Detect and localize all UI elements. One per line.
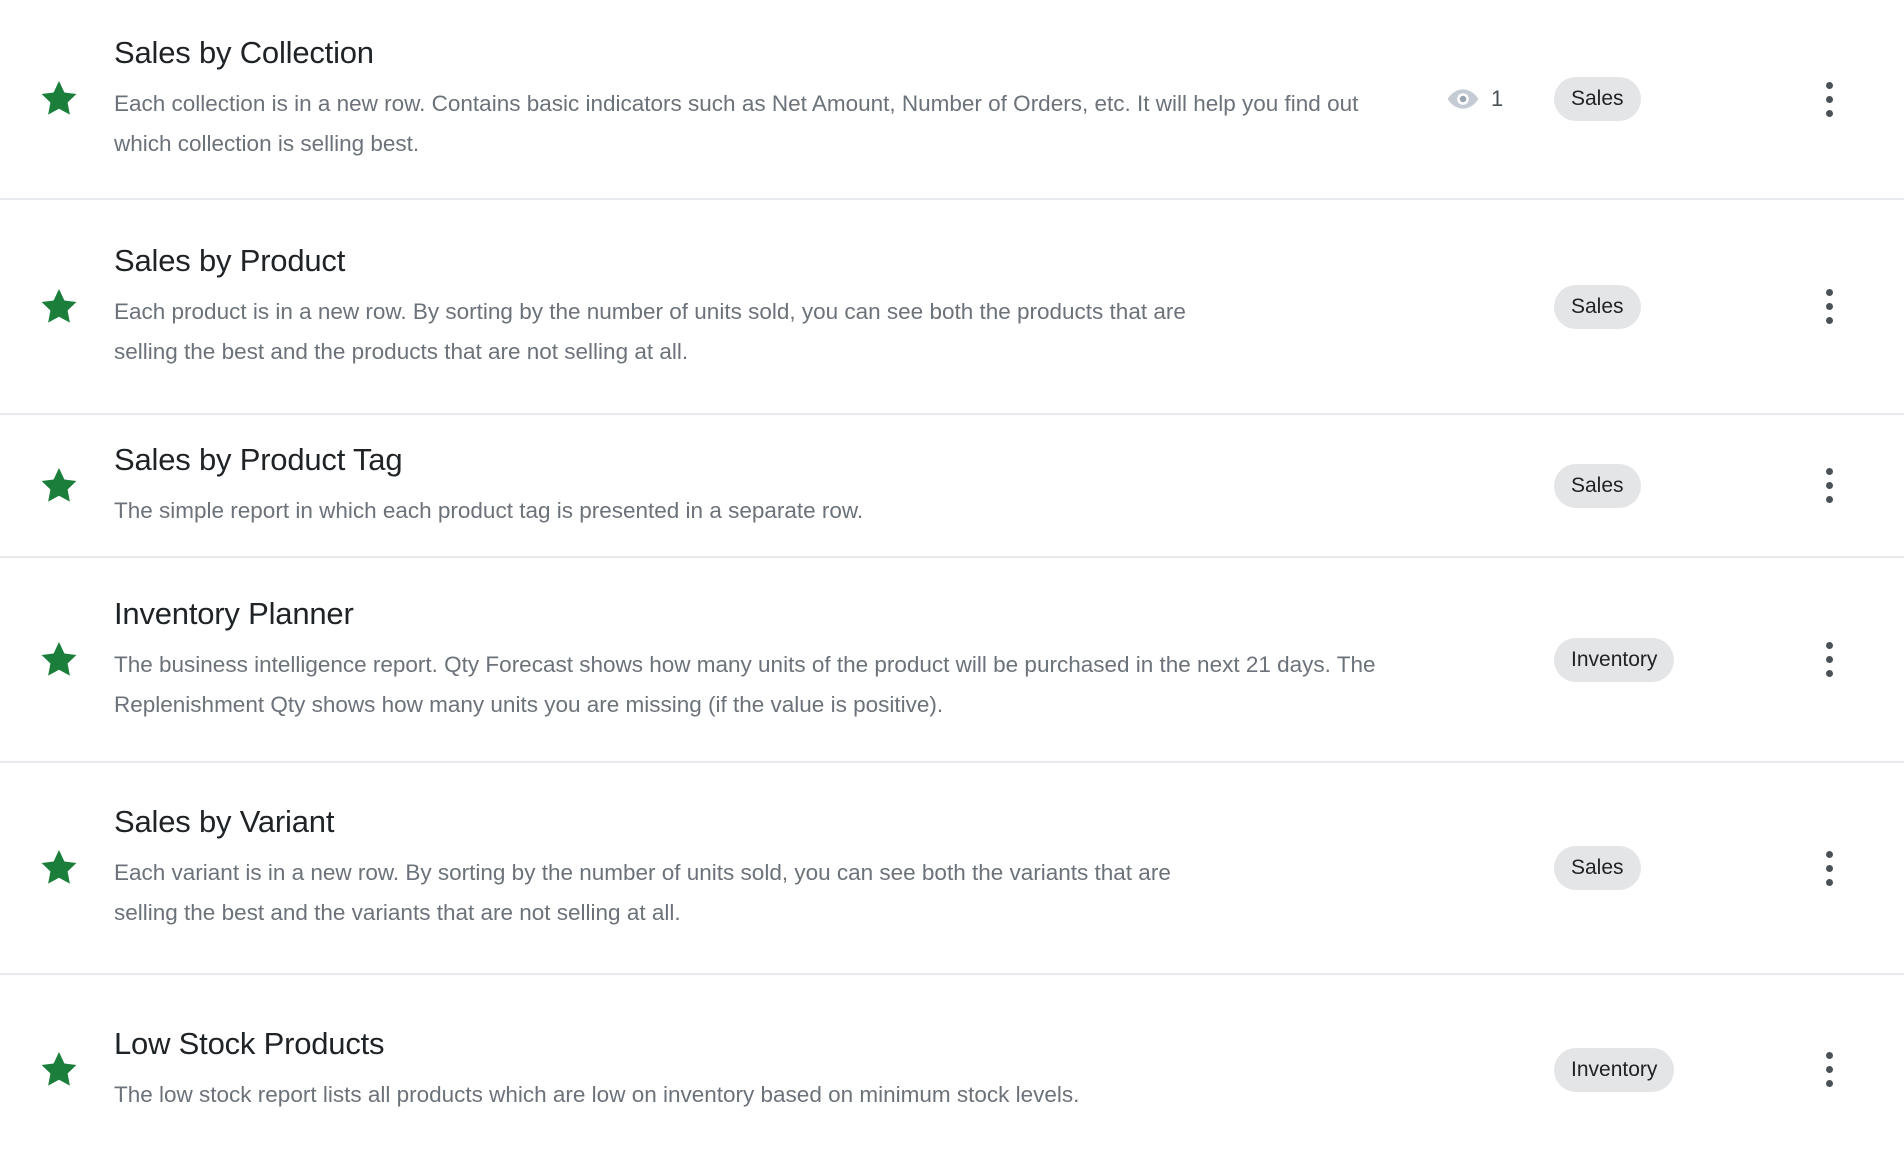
kebab-dot bbox=[1825, 1066, 1833, 1073]
star-icon[interactable] bbox=[36, 638, 82, 682]
status-badge: Sales bbox=[1554, 463, 1641, 508]
kebab-dot bbox=[1825, 1052, 1833, 1059]
kebab-dot bbox=[1825, 496, 1833, 503]
report-row[interactable]: Low Stock Products The low stock report … bbox=[0, 975, 1904, 1164]
report-templates-list: Sales by Collection Each collection is i… bbox=[0, 0, 1904, 1164]
views-count-label: 1 bbox=[1491, 86, 1504, 111]
favorite-star-button[interactable] bbox=[0, 1048, 114, 1092]
report-row[interactable]: Sales by Collection Each collection is i… bbox=[0, 0, 1904, 200]
status-badge: Inventory bbox=[1554, 1047, 1675, 1092]
favorite-star-button[interactable] bbox=[0, 846, 114, 890]
star-icon[interactable] bbox=[36, 464, 82, 508]
eye-icon bbox=[1447, 89, 1479, 109]
report-row[interactable]: Sales by Product Each product is in a ne… bbox=[0, 200, 1904, 415]
kebab-menu-icon[interactable] bbox=[1811, 76, 1847, 122]
kebab-dot bbox=[1825, 482, 1833, 489]
kebab-menu-icon[interactable] bbox=[1811, 463, 1847, 509]
report-description: Each collection is in a new row. Contain… bbox=[114, 91, 1359, 156]
report-row[interactable]: Sales by Product Tag The simple report i… bbox=[0, 415, 1904, 558]
report-description: The simple report in which each product … bbox=[114, 497, 864, 523]
status-badge: Sales bbox=[1554, 284, 1641, 329]
report-description: Each product is in a new row. By sorting… bbox=[114, 298, 1186, 364]
kebab-dot bbox=[1825, 95, 1833, 103]
category-badge-cell: Inventory bbox=[1554, 1047, 1754, 1092]
kebab-dot bbox=[1825, 81, 1833, 89]
row-actions-cell bbox=[1754, 284, 1904, 330]
report-info: Sales by Product Each product is in a ne… bbox=[114, 242, 1434, 372]
star-icon[interactable] bbox=[36, 285, 82, 329]
kebab-dot bbox=[1825, 317, 1833, 324]
row-actions-cell bbox=[1754, 637, 1904, 683]
kebab-dot bbox=[1825, 109, 1833, 117]
kebab-dot bbox=[1825, 864, 1833, 872]
category-badge-cell: Sales bbox=[1554, 77, 1754, 121]
status-badge: Sales bbox=[1554, 846, 1641, 890]
report-title: Inventory Planner bbox=[114, 595, 354, 631]
report-title: Sales by Variant bbox=[114, 804, 335, 839]
kebab-dot bbox=[1825, 878, 1833, 886]
report-info: Sales by Variant Each variant is in a ne… bbox=[114, 803, 1434, 933]
report-description: Each variant is in a new row. By sorting… bbox=[114, 860, 1171, 925]
favorite-star-button[interactable] bbox=[0, 638, 114, 682]
row-actions-cell bbox=[1754, 463, 1904, 509]
report-description: The business intelligence report. Qty Fo… bbox=[114, 651, 1376, 717]
report-row[interactable]: Inventory Planner The business intellige… bbox=[0, 558, 1904, 763]
row-actions-cell bbox=[1754, 1047, 1904, 1093]
kebab-dot bbox=[1825, 642, 1833, 649]
category-badge-cell: Sales bbox=[1554, 463, 1754, 508]
favorite-star-button[interactable] bbox=[0, 285, 114, 329]
report-title: Sales by Product bbox=[114, 242, 346, 278]
kebab-dot bbox=[1825, 289, 1833, 296]
favorite-star-button[interactable] bbox=[0, 464, 114, 508]
kebab-menu-icon[interactable] bbox=[1811, 1047, 1847, 1093]
report-info: Sales by Product Tag The simple report i… bbox=[114, 441, 1434, 531]
report-info: Sales by Collection Each collection is i… bbox=[114, 34, 1434, 164]
report-info: Inventory Planner The business intellige… bbox=[114, 595, 1434, 725]
kebab-dot bbox=[1825, 303, 1833, 310]
category-badge-cell: Inventory bbox=[1554, 637, 1754, 682]
report-info: Low Stock Products The low stock report … bbox=[114, 1025, 1434, 1115]
kebab-dot bbox=[1825, 850, 1833, 858]
row-actions-cell bbox=[1754, 845, 1904, 891]
report-row[interactable]: Sales by Variant Each variant is in a ne… bbox=[0, 763, 1904, 975]
row-actions-cell bbox=[1754, 76, 1904, 122]
report-description: The low stock report lists all products … bbox=[114, 1081, 1080, 1107]
kebab-menu-icon[interactable] bbox=[1811, 637, 1847, 683]
category-badge-cell: Sales bbox=[1554, 284, 1754, 329]
category-badge-cell: Sales bbox=[1554, 846, 1754, 890]
favorite-star-button[interactable] bbox=[0, 77, 114, 121]
kebab-dot bbox=[1825, 656, 1833, 663]
kebab-dot bbox=[1825, 670, 1833, 677]
views-counter: 1 bbox=[1434, 82, 1554, 116]
kebab-dot bbox=[1825, 468, 1833, 475]
star-icon[interactable] bbox=[36, 1048, 82, 1092]
kebab-dot bbox=[1825, 1080, 1833, 1087]
star-icon[interactable] bbox=[36, 77, 82, 121]
kebab-menu-icon[interactable] bbox=[1811, 845, 1847, 891]
report-title: Sales by Product Tag bbox=[114, 441, 403, 477]
report-title: Low Stock Products bbox=[114, 1025, 385, 1061]
report-title: Sales by Collection bbox=[114, 35, 374, 70]
status-badge: Sales bbox=[1554, 77, 1641, 121]
star-icon[interactable] bbox=[36, 846, 82, 890]
status-badge: Inventory bbox=[1554, 637, 1675, 682]
kebab-menu-icon[interactable] bbox=[1811, 284, 1847, 330]
